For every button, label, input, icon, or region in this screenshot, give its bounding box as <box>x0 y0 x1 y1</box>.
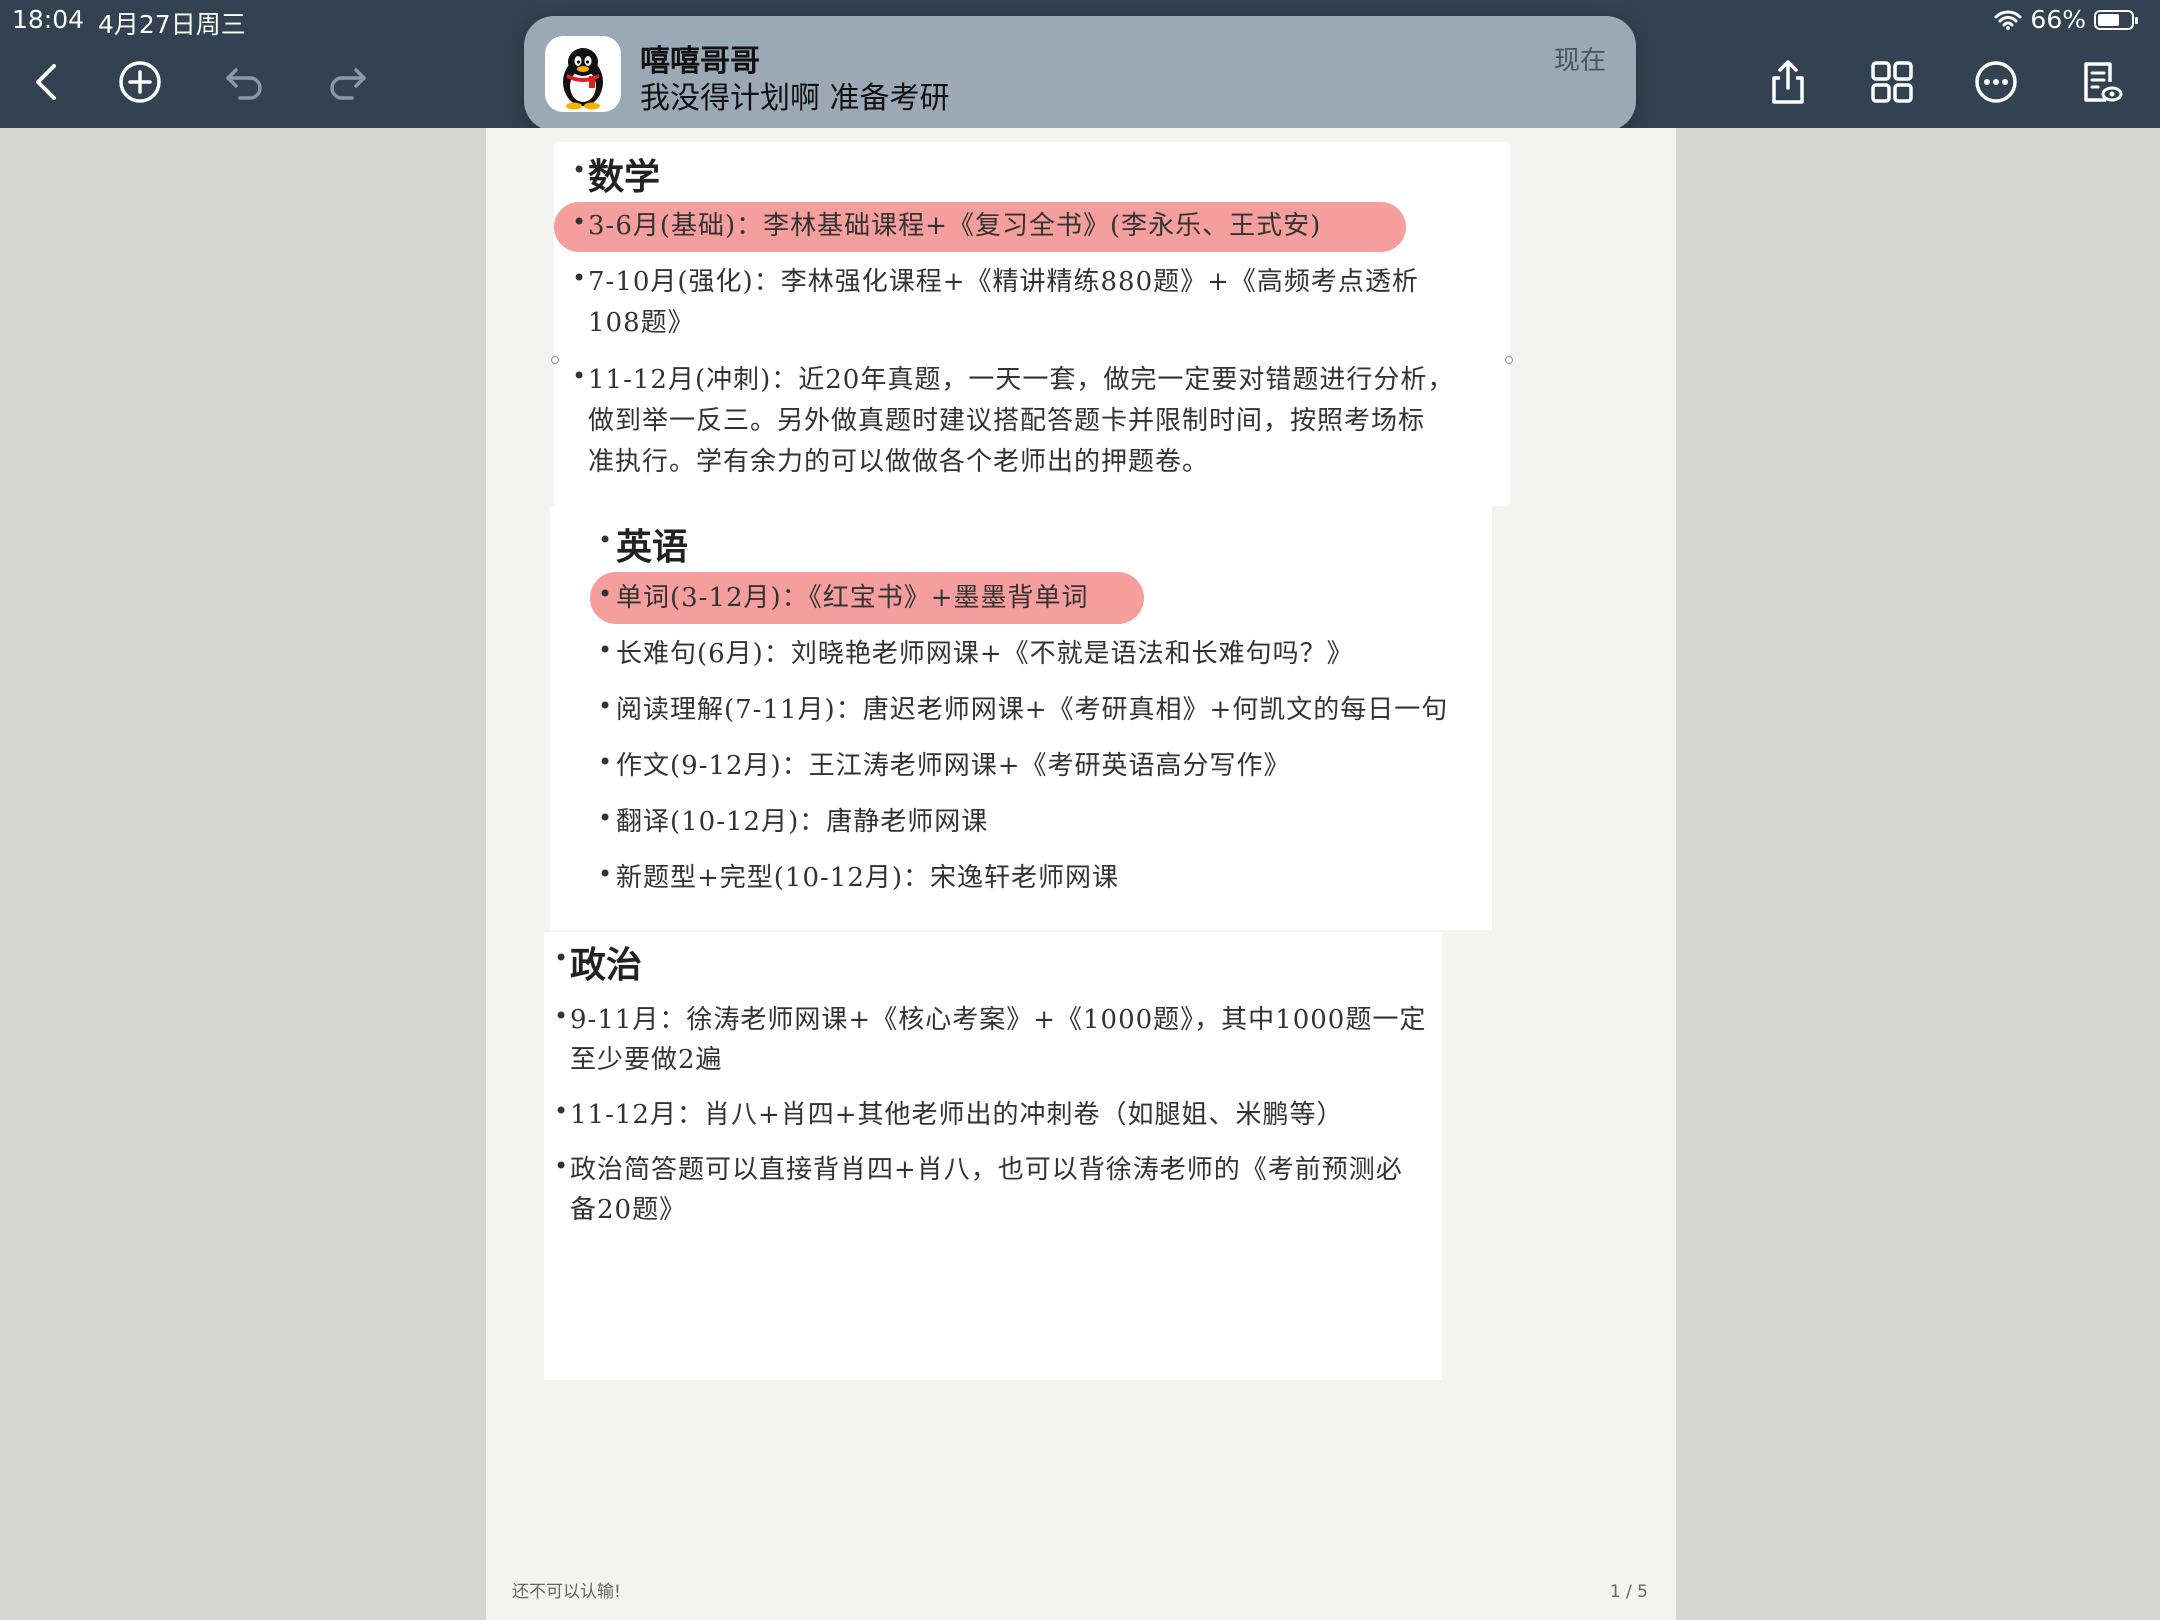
share-icon <box>1772 60 1804 104</box>
back-button[interactable] <box>18 52 78 112</box>
politics-section-title: 政治 <box>570 944 643 986</box>
english-section-title: 英语 <box>616 526 689 568</box>
qq-penguin-icon <box>545 36 621 112</box>
reader-icon <box>2084 62 2123 102</box>
politics-card: • 政治 • 9-11月：徐涛老师网课+《核心考案》+《1000题》，其中100… <box>544 932 1442 1380</box>
math-item: 7-10月(强化)：李林强化课程+《精讲精练880题》+《高频考点透析 <box>588 267 1419 297</box>
undo-icon <box>226 68 262 100</box>
share-button[interactable] <box>1758 52 1818 112</box>
notification-message: 我没得计划啊 准备考研 <box>640 81 950 116</box>
english-card: • 英语 • 单词(3-12月)：《红宝书》+墨墨背单词 • 长难句(6月)：刘… <box>550 506 1492 930</box>
wifi-icon <box>1994 10 2022 30</box>
math-card: • 数学 • 3-6月(基础)：李林基础课程+《复习全书》(李永乐、王式安) •… <box>551 142 1513 506</box>
battery-percent: 66% <box>2030 5 2086 34</box>
english-item: 阅读理解(7-11月)：唐迟老师网课+《考研真相》+何凯文的每日一句 <box>616 695 1449 725</box>
resize-handle[interactable] <box>1505 356 1513 364</box>
add-button[interactable] <box>110 52 170 112</box>
math-item-cont: 做到举一反三。另外做真题时建议搭配答题卡并限制时间，按照考场标 <box>588 406 1426 436</box>
politics-item-cont: 备20题》 <box>570 1195 687 1225</box>
footer-note: 还不可以认输! <box>512 1582 621 1602</box>
grid-icon <box>1871 61 1913 103</box>
page-indicator: 1 / 5 <box>1609 1582 1648 1602</box>
english-item: 翻译(10-12月)：唐静老师网课 <box>616 807 989 837</box>
battery-icon <box>2094 9 2138 30</box>
politics-item-cont: 至少要做2遍 <box>570 1045 723 1075</box>
math-item-cont: 108题》 <box>588 308 695 338</box>
english-item: 新题型+完型(10-12月)：宋逸轩老师网课 <box>616 863 1120 893</box>
english-item: 长难句(6月)：刘晓艳老师网课+《不就是语法和长难句吗？》 <box>616 639 1354 669</box>
resize-handle[interactable] <box>551 356 559 364</box>
math-item-cont: 准执行。学有余力的可以做做各个老师出的押题卷。 <box>588 447 1210 477</box>
politics-item: 政治简答题可以直接背肖四+肖八，也可以背徐涛老师的《考前预测必 <box>570 1155 1403 1185</box>
document-page[interactable]: • 数学 • 3-6月(基础)：李林基础课程+《复习全书》(李永乐、王式安) •… <box>486 128 1676 1620</box>
redo-button[interactable] <box>318 52 378 112</box>
add-icon <box>119 61 161 103</box>
math-item: 3-6月(基础)：李林基础课程+《复习全书》(李永乐、王式安) <box>588 211 1322 241</box>
math-section-title: 数学 <box>588 156 661 198</box>
politics-item: 11-12月：肖八+肖四+其他老师出的冲刺卷（如腿姐、米鹏等） <box>570 1100 1344 1130</box>
more-button[interactable] <box>1966 52 2026 112</box>
math-item: 11-12月(冲刺)：近20年真题，一天一套，做完一定要对错题进行分析， <box>588 365 1455 395</box>
undo-button[interactable] <box>214 52 274 112</box>
reader-mode-button[interactable] <box>2070 52 2130 112</box>
notification-banner[interactable]: 嘻嘻哥哥 我没得计划啊 准备考研 现在 <box>524 16 1636 131</box>
notification-time: 现在 <box>1553 46 1606 76</box>
english-item: 作文(9-12月)：王江涛老师网课+《考研英语高分写作》 <box>616 751 1291 781</box>
more-icon <box>1975 61 2017 103</box>
redo-icon <box>330 68 366 100</box>
english-item: 单词(3-12月)：《红宝书》+墨墨背单词 <box>616 583 1089 613</box>
back-icon <box>36 64 56 100</box>
grid-view-button[interactable] <box>1862 52 1922 112</box>
politics-item: 9-11月：徐涛老师网课+《核心考案》+《1000题》，其中1000题一定 <box>570 1005 1427 1035</box>
status-date: 4月27日周三 <box>98 10 246 39</box>
status-time: 18:04 <box>12 5 85 34</box>
